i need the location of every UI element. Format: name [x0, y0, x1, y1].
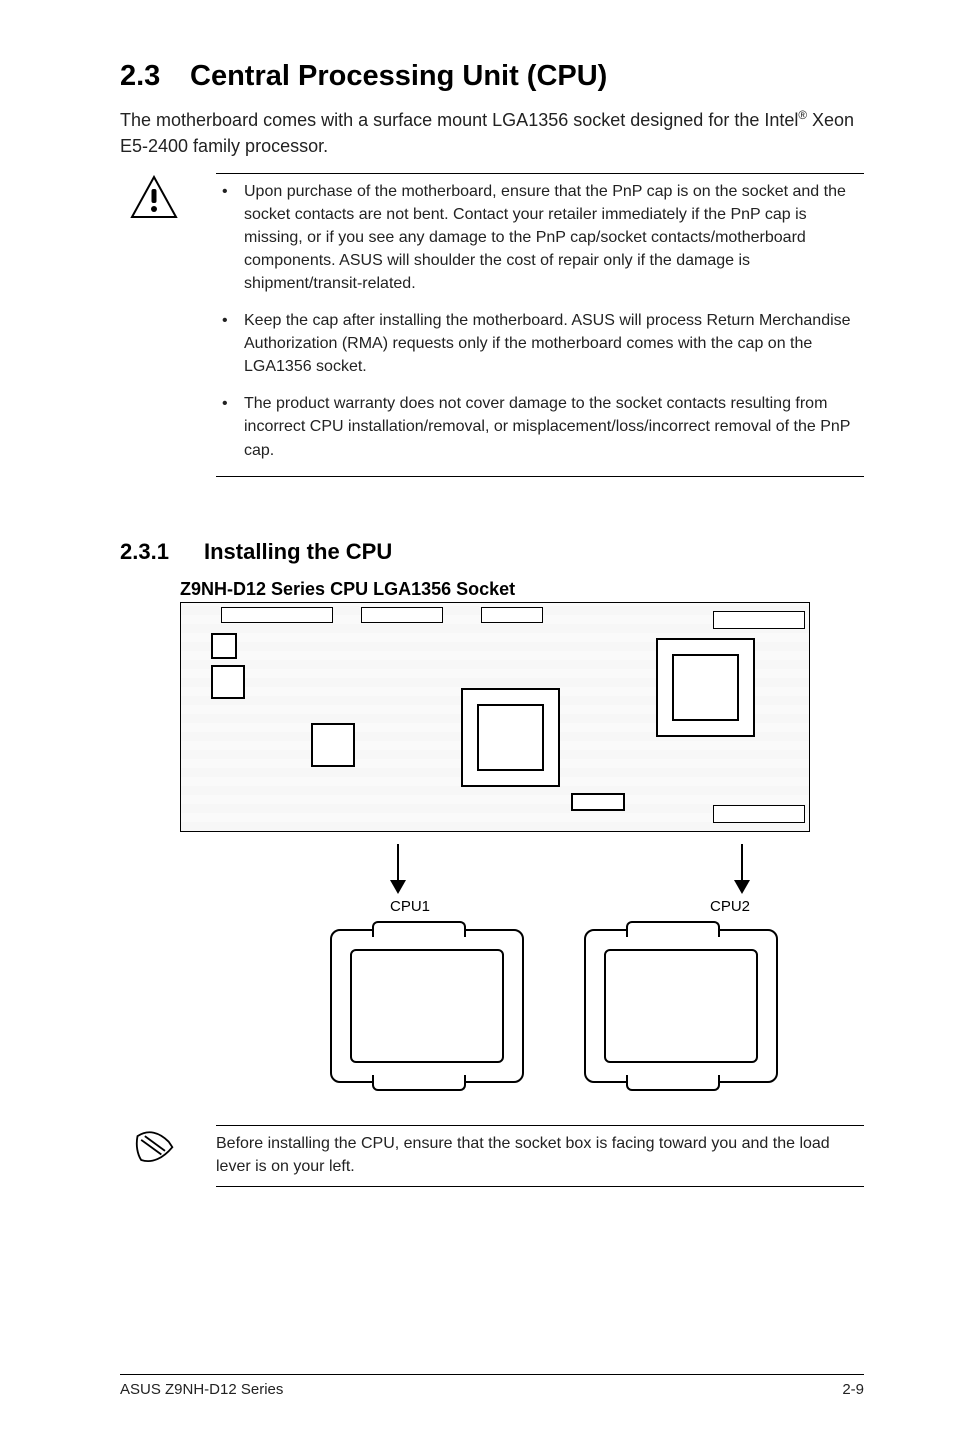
arrow-down-icon: [390, 844, 406, 894]
cpu1-socket-detail: [330, 929, 524, 1083]
section-heading: 2.3Central Processing Unit (CPU): [120, 60, 864, 93]
list-item: Keep the cap after installing the mother…: [216, 309, 864, 378]
cpu2-label: CPU2: [710, 898, 750, 915]
warning-icon: [130, 171, 178, 482]
registered-mark: ®: [798, 109, 807, 122]
subsection-title: Installing the CPU: [204, 539, 392, 564]
arrow-row: [390, 844, 750, 894]
socket-diagram: CPU1 CPU2: [180, 602, 810, 1083]
cpu1-label: CPU1: [390, 898, 430, 915]
subsection-heading: 2.3.1Installing the CPU: [120, 539, 864, 565]
warning-text: The product warranty does not cover dama…: [244, 395, 850, 458]
page-footer: ASUS Z9NH-D12 Series 2-9: [120, 1374, 864, 1398]
section-title: Central Processing Unit (CPU): [190, 60, 607, 92]
divider: [216, 476, 864, 477]
note-block: Before installing the CPU, ensure that t…: [130, 1123, 864, 1193]
warning-list: Upon purchase of the motherboard, ensure…: [216, 180, 864, 461]
intro-pre: The motherboard comes with a surface mou…: [120, 110, 798, 130]
list-item: Upon purchase of the motherboard, ensure…: [216, 180, 864, 295]
divider: [216, 173, 864, 174]
note-text: Before installing the CPU, ensure that t…: [216, 1132, 864, 1178]
cpu2-socket-outline: [656, 638, 755, 737]
section-number: 2.3: [120, 60, 190, 93]
divider: [216, 1186, 864, 1187]
warning-text: Keep the cap after installing the mother…: [244, 312, 851, 375]
divider: [216, 1125, 864, 1126]
arrow-down-icon: [734, 844, 750, 894]
cpu1-socket-outline: [461, 688, 560, 787]
footer-right: 2-9: [842, 1381, 864, 1398]
footer-left: ASUS Z9NH-D12 Series: [120, 1381, 283, 1398]
motherboard-outline: [180, 602, 810, 832]
warning-text: Upon purchase of the motherboard, ensure…: [244, 183, 846, 292]
cpu2-socket-detail: [584, 929, 778, 1083]
note-icon: [130, 1123, 178, 1193]
intro-paragraph: The motherboard comes with a surface mou…: [120, 107, 864, 159]
warning-block: Upon purchase of the motherboard, ensure…: [130, 171, 864, 482]
list-item: The product warranty does not cover dama…: [216, 392, 864, 461]
diagram-title: Z9NH-D12 Series CPU LGA1356 Socket: [180, 579, 864, 600]
subsection-number: 2.3.1: [120, 539, 204, 565]
